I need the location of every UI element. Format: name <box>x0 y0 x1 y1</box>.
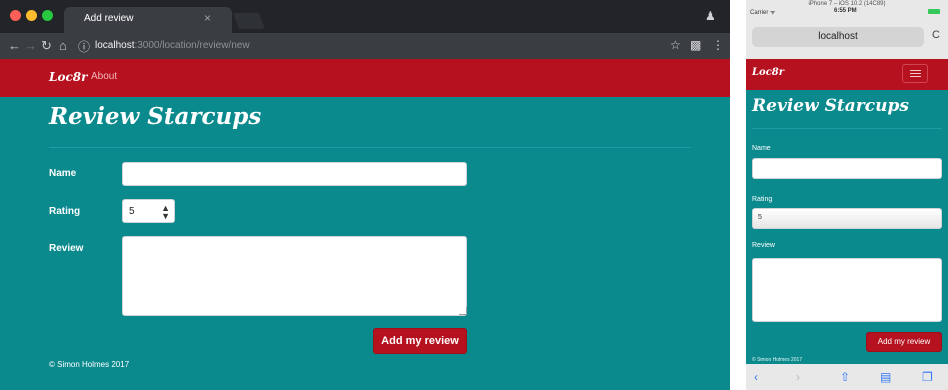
star-icon[interactable]: ☆ <box>670 38 681 52</box>
divider <box>49 147 691 148</box>
carrier-label: Carrier ᯤ <box>750 10 776 16</box>
forward-icon[interactable]: › <box>796 370 800 384</box>
status-bar: Carrier ᯤ 6:55 PM <box>746 7 948 17</box>
tabs-icon[interactable]: ❐ <box>922 370 933 384</box>
close-window-button[interactable] <box>10 10 21 21</box>
phone-divider <box>752 128 942 129</box>
phone-review-textarea[interactable] <box>752 258 942 322</box>
phone-site-navbar: Loc8r <box>746 59 948 90</box>
device-title: iPhone 7 – iOS 10.2 (14C89) <box>746 0 948 7</box>
extension-icon[interactable]: ▩ <box>690 38 701 52</box>
phone-review-label: Review <box>752 242 775 249</box>
phone-rating-label: Rating <box>752 196 773 203</box>
tab-add-review[interactable]: Add review × <box>64 7 232 33</box>
phone-rating-value: 5 <box>758 214 762 221</box>
safari-toolbar: ‹ › ⇧ ▤ ❐ <box>746 364 948 390</box>
footer-copyright: © Simon Holmes 2017 <box>49 360 130 369</box>
phone-url-field[interactable]: localhost <box>752 27 924 47</box>
page-title: Review Starcups <box>49 103 262 130</box>
tab-bar: Add review × ♟ <box>0 0 730 33</box>
new-tab-button[interactable] <box>233 13 265 29</box>
back-icon[interactable]: ← <box>8 38 21 53</box>
back-icon[interactable]: ‹ <box>754 370 758 384</box>
address-bar: ← → ↻ ⌂ ⓘ localhost:3000/location/review… <box>0 33 730 59</box>
resize-grip-icon[interactable] <box>459 307 467 315</box>
phone-footer-copyright: © Simon Holmes 2017 <box>752 357 803 363</box>
rating-label: Rating <box>49 206 81 217</box>
forward-icon[interactable]: → <box>24 38 37 53</box>
phone-rating-select[interactable]: 5 <box>752 208 942 229</box>
url-input[interactable]: localhost:3000/location/review/new <box>95 40 250 51</box>
phone-name-label: Name <box>752 145 771 152</box>
add-review-button[interactable]: Add my review <box>373 328 467 354</box>
share-icon[interactable]: ⇧ <box>840 370 850 384</box>
profile-icon[interactable]: ♟ <box>705 9 716 23</box>
maximize-window-button[interactable] <box>42 10 53 21</box>
select-arrows-icon: ▲ ▼ <box>161 203 170 221</box>
rating-value: 5 <box>129 206 135 217</box>
tab-title: Add review <box>84 13 134 24</box>
info-icon[interactable]: ⓘ <box>78 38 90 55</box>
name-label: Name <box>49 168 77 179</box>
review-textarea[interactable] <box>122 236 467 316</box>
desktop-browser-window: Add review × ♟ ← → ↻ ⌂ ⓘ localhost:3000/… <box>0 0 730 390</box>
url-host: localhost <box>95 40 135 51</box>
nav-link-about[interactable]: About <box>91 71 117 82</box>
hamburger-icon[interactable] <box>902 64 928 83</box>
more-icon[interactable]: ⋮ <box>712 38 724 52</box>
brand-logo[interactable]: Loc8r <box>49 70 87 84</box>
phone-page-title: Review Starcups <box>752 96 909 116</box>
phone-name-input[interactable] <box>752 158 942 179</box>
review-label: Review <box>49 243 84 254</box>
phone-simulator: iPhone 7 – iOS 10.2 (14C89) Carrier ᯤ 6:… <box>746 0 948 390</box>
battery-icon <box>928 9 940 14</box>
url-path: :3000/location/review/new <box>134 40 250 51</box>
minimize-window-button[interactable] <box>26 10 37 21</box>
status-time: 6:55 PM <box>834 8 857 14</box>
reload-icon[interactable]: ↻ <box>41 38 52 54</box>
safari-address-bar: localhost C <box>746 17 948 59</box>
site-navbar: Loc8r About <box>0 59 730 97</box>
tab-close-icon[interactable]: × <box>204 11 211 25</box>
home-icon[interactable]: ⌂ <box>59 38 67 53</box>
rating-select[interactable]: 5 ▲ ▼ <box>122 199 175 223</box>
phone-add-review-button[interactable]: Add my review <box>866 332 942 352</box>
phone-brand-logo[interactable]: Loc8r <box>752 67 784 78</box>
reload-icon[interactable]: C <box>932 29 940 41</box>
bookmarks-icon[interactable]: ▤ <box>880 370 891 384</box>
name-input[interactable] <box>122 162 467 186</box>
